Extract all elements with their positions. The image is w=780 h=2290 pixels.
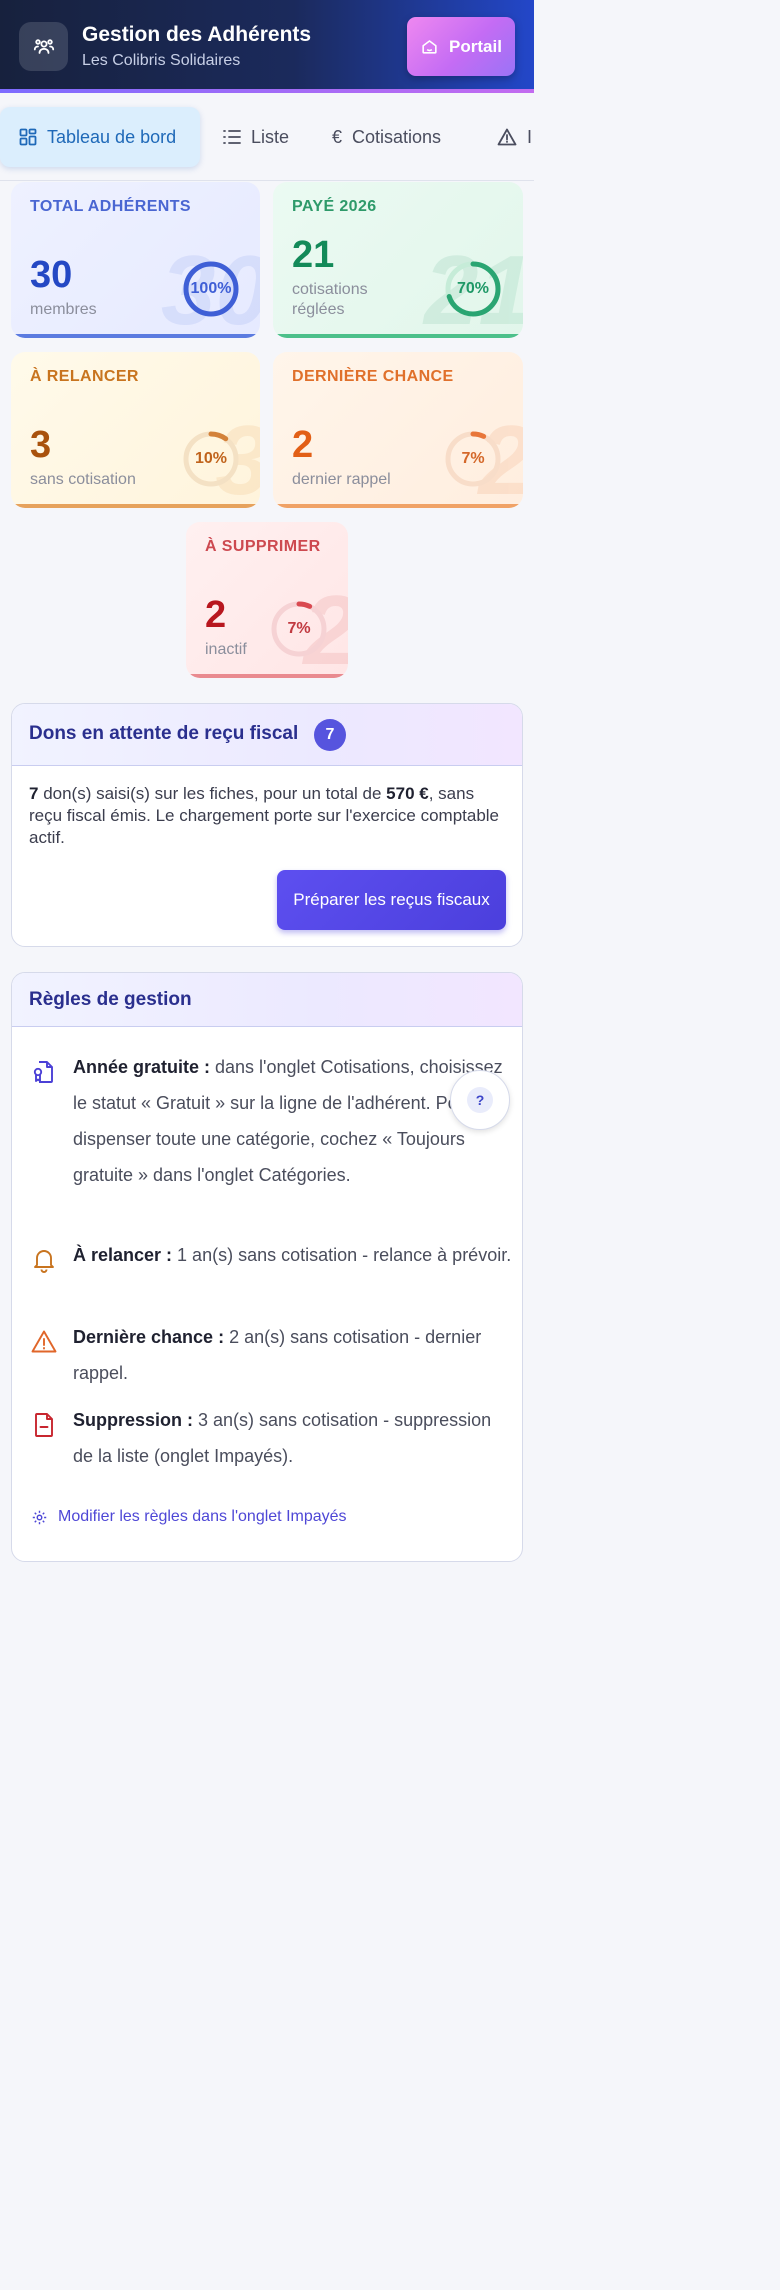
app-title: Gestion des Adhérents [82, 23, 312, 46]
rule-text: Suppression : 3 an(s) sans cotisation - … [73, 1402, 513, 1474]
stat-percent: 7% [461, 450, 485, 467]
stat-label: TOTAL ADHÉRENTS [30, 198, 191, 215]
stat-bar [273, 334, 523, 338]
rules-panel: Règles de gestion Année gratuite : dans … [11, 972, 523, 1562]
edit-rules-link[interactable]: Modifier les règles dans l'onglet Impayé… [31, 1508, 347, 1526]
bell-icon [34, 1250, 54, 1273]
stat-bar [186, 674, 348, 678]
free-badge-icon [33, 1061, 53, 1083]
rule-description: 1 an(s) sans cotisation - relance à prév… [172, 1245, 512, 1265]
donations-panel-header: Dons en attente de reçu fiscal 7 [12, 704, 522, 766]
warning-icon [31, 1330, 57, 1353]
stat-percent: 70% [456, 280, 490, 297]
stat-card-last-chance: 2 DERNIÈRE CHANCE 2 dernier rappel 7% [273, 352, 523, 508]
stat-percent: 10% [194, 450, 228, 467]
stat-label: DERNIÈRE CHANCE [292, 368, 454, 385]
stat-percent: 7% [287, 620, 311, 637]
rule-suppression: Suppression : 3 an(s) sans cotisation - … [31, 1402, 501, 1474]
donations-description: 7 don(s) saisi(s) sur les fiches, pour u… [29, 783, 507, 849]
stat-unit: dernier rappel [292, 471, 391, 488]
donations-text-1: don(s) saisi(s) sur les fiches, pour un … [38, 784, 387, 803]
dashboard-icon [19, 128, 37, 146]
stat-label: À RELANCER [30, 368, 139, 385]
tab-cotisations[interactable]: € Cotisations [332, 107, 441, 167]
tab-cotisations-label: Cotisations [352, 126, 442, 147]
stat-bar [11, 334, 260, 338]
rule-text: À relancer : 1 an(s) sans cotisation - r… [73, 1237, 513, 1273]
app-header: Gestion des Adhérents Les Colibris Solid… [0, 0, 534, 93]
tab-dashboard[interactable]: Tableau de bord [0, 107, 200, 167]
stat-value: 3 [30, 424, 52, 466]
rule-remind: À relancer : 1 an(s) sans cotisation - r… [31, 1237, 511, 1309]
rules-title: Règles de gestion [29, 989, 192, 1010]
rule-title: À relancer : [73, 1245, 173, 1265]
stat-card-total: 30 TOTAL ADHÉRENTS 30 membres 100% [11, 182, 260, 338]
users-icon [33, 38, 54, 54]
stat-unit: membres [30, 301, 97, 318]
gear-icon [32, 1510, 47, 1524]
rules-panel-header: Règles de gestion [12, 973, 522, 1027]
tab-impayes[interactable]: I [497, 107, 532, 167]
stat-bar [11, 504, 260, 508]
stat-card-delete: 2 À SUPPRIMER 2 inactif 7% [186, 522, 348, 678]
stat-value: 21 [292, 234, 335, 276]
rule-title: Année gratuite : [73, 1057, 211, 1077]
donations-title: Dons en attente de reçu fiscal [29, 723, 299, 744]
rule-free-year: Année gratuite : dans l'onglet Cotisatio… [31, 1049, 503, 1229]
warning-icon [497, 128, 517, 146]
donations-panel: Dons en attente de reçu fiscal 7 7 don(s… [11, 703, 523, 947]
stat-label: PAYÉ 2026 [292, 198, 377, 215]
tab-list-label: Liste [251, 126, 290, 147]
tab-impayes-label: I [527, 126, 533, 147]
stat-unit: cotisations réglées [292, 281, 368, 318]
euro-icon: € [332, 126, 343, 147]
donations-count-badge: 7 [314, 719, 346, 751]
stat-value: 30 [30, 254, 73, 296]
stat-value: 2 [292, 424, 314, 466]
rule-text: Dernière chance : 2 an(s) sans cotisatio… [73, 1319, 513, 1391]
stat-unit: inactif [205, 641, 247, 658]
rule-text: Année gratuite : dans l'onglet Cotisatio… [73, 1049, 513, 1193]
tab-dashboard-label: Tableau de bord [47, 126, 177, 147]
stat-unit: sans cotisation [30, 471, 136, 488]
tab-bar: Tableau de bord Liste € Cotisations I [0, 93, 534, 181]
organization-name: Les Colibris Solidaires [82, 52, 241, 69]
stat-percent: 100% [190, 280, 232, 297]
rule-title: Suppression : [73, 1410, 194, 1430]
prepare-receipts-button[interactable]: Préparer les reçus fiscaux [277, 870, 506, 930]
home-icon [422, 40, 437, 54]
portal-button[interactable]: Portail [407, 17, 515, 76]
stat-label: À SUPPRIMER [205, 538, 321, 555]
list-icon [223, 130, 241, 144]
stat-card-paid: 21 PAYÉ 2026 21 cotisations réglées 70% [273, 182, 523, 338]
stat-card-remind: 3 À RELANCER 3 sans cotisation 10% [11, 352, 260, 508]
stat-value: 2 [205, 594, 227, 636]
rule-title: Dernière chance : [73, 1327, 225, 1347]
stat-bar [273, 504, 523, 508]
help-icon: ? [467, 1087, 493, 1113]
file-remove-icon [35, 1413, 53, 1437]
rule-last-chance: Dernière chance : 2 an(s) sans cotisatio… [31, 1319, 501, 1391]
portal-button-label: Portail [449, 36, 502, 56]
edit-rules-link-label: Modifier les règles dans l'onglet Impayé… [58, 1508, 347, 1525]
donations-amount: 570 € [386, 784, 429, 803]
logo [19, 22, 68, 71]
tab-list[interactable]: Liste [223, 107, 289, 167]
help-button[interactable]: ? [450, 1070, 510, 1130]
